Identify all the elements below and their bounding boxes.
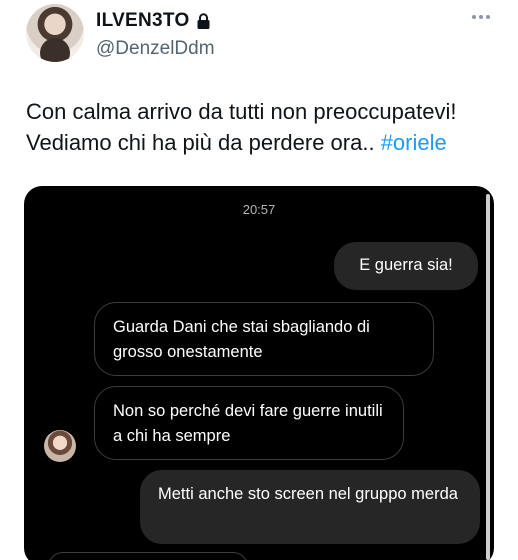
media-scrollbar[interactable]: [486, 194, 490, 560]
message-bubble-received: Non so perché devi fare guerre inutili a…: [94, 386, 404, 460]
user-handle[interactable]: @DenzelDdm: [96, 38, 215, 60]
tweet-header: ILVEN3TO @DenzelDdm: [0, 0, 518, 80]
message-bubble-sent: Metti anche sto screen nel gruppo merda: [140, 470, 480, 544]
contact-avatar: [44, 430, 76, 462]
message-text: Guarda Dani che stai sbagliando di gross…: [113, 318, 370, 361]
lock-icon: [196, 12, 211, 30]
tweet-text-line-2-body: Vediamo chi ha più da perdere ora..: [26, 130, 381, 155]
message-bubble-partial: [48, 552, 248, 560]
message-bubble-sent: E guerra sia!: [334, 242, 478, 290]
message-text: Metti anche sto screen nel gruppo merda: [158, 485, 458, 503]
more-horizontal-icon[interactable]: [472, 12, 494, 22]
hashtag-link[interactable]: #oriele: [381, 130, 447, 155]
message-text: E guerra sia!: [359, 256, 453, 274]
chat-timestamp: 20:57: [242, 202, 276, 217]
tweet-text-line-2: Vediamo chi ha più da perdere ora.. #ori…: [26, 127, 506, 158]
message-bubble-received: Guarda Dani che stai sbagliando di gross…: [94, 302, 434, 376]
tweet-text: Con calma arrivo da tutti non preoccupat…: [26, 96, 506, 158]
display-name[interactable]: ILVEN3TO: [96, 10, 190, 32]
message-text: Non so perché devi fare guerre inutili a…: [113, 402, 383, 445]
tweet-text-line-1: Con calma arrivo da tutti non preoccupat…: [26, 99, 457, 124]
display-name-row[interactable]: ILVEN3TO: [96, 10, 211, 32]
profile-avatar[interactable]: [26, 4, 84, 62]
tweet-media-screenshot[interactable]: 20:57 E guerra sia! Guarda Dani che stai…: [24, 186, 494, 560]
